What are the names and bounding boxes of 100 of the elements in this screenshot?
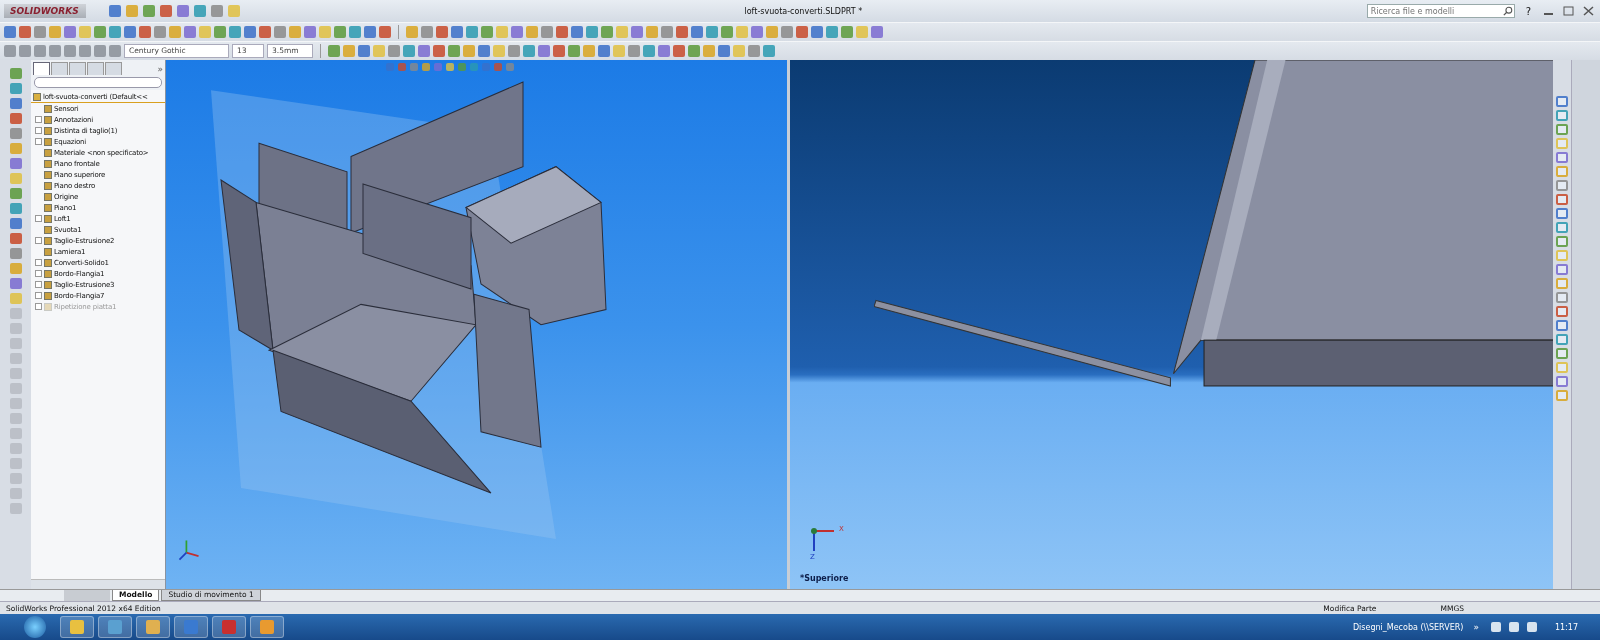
toolbar-icon[interactable] bbox=[274, 26, 286, 38]
toolbar-icon[interactable] bbox=[289, 26, 301, 38]
command-icon[interactable] bbox=[9, 158, 22, 169]
toolbar-icon[interactable] bbox=[811, 26, 823, 38]
command-icon[interactable] bbox=[1556, 376, 1568, 387]
toolbar-icon[interactable] bbox=[718, 45, 730, 57]
toolbar-icon[interactable] bbox=[871, 26, 883, 38]
toolbar-icon[interactable] bbox=[109, 26, 121, 38]
command-icon[interactable] bbox=[1556, 334, 1568, 345]
toolbar-icon[interactable] bbox=[126, 5, 138, 17]
toolbar-icon[interactable] bbox=[448, 45, 460, 57]
command-icon[interactable] bbox=[1556, 278, 1568, 289]
toolbar-icon[interactable] bbox=[601, 26, 613, 38]
toolbar-icon[interactable] bbox=[733, 45, 745, 57]
command-icon[interactable] bbox=[1556, 362, 1568, 373]
toolbar-icon[interactable] bbox=[466, 26, 478, 38]
command-icon[interactable] bbox=[9, 263, 22, 274]
toolbar-icon[interactable] bbox=[49, 45, 61, 57]
command-icon[interactable] bbox=[9, 248, 22, 259]
taskbar-button[interactable] bbox=[136, 616, 170, 638]
toolbar-icon[interactable] bbox=[184, 26, 196, 38]
toolbar-icon[interactable] bbox=[688, 45, 700, 57]
toolbar-icon[interactable] bbox=[64, 26, 76, 38]
toolbar-icon[interactable] bbox=[661, 26, 673, 38]
toolbar-icon[interactable] bbox=[364, 26, 376, 38]
toolbar-icon[interactable] bbox=[571, 26, 583, 38]
command-icon[interactable] bbox=[1556, 348, 1568, 359]
toolbar-icon[interactable] bbox=[4, 26, 16, 38]
tray-icon[interactable] bbox=[1526, 622, 1537, 632]
toolbar-icon[interactable] bbox=[496, 26, 508, 38]
toolbar-icon[interactable] bbox=[526, 26, 538, 38]
toolbar-icon[interactable] bbox=[214, 26, 226, 38]
toolbar-icon[interactable] bbox=[94, 45, 106, 57]
toolbar-icon[interactable] bbox=[493, 45, 505, 57]
toolbar-icon[interactable] bbox=[631, 26, 643, 38]
toolbar-icon[interactable] bbox=[229, 26, 241, 38]
toolbar-icon[interactable] bbox=[568, 45, 580, 57]
toolbar-icon[interactable] bbox=[628, 45, 640, 57]
toolbar-icon[interactable] bbox=[373, 45, 385, 57]
toolbar-icon[interactable] bbox=[781, 26, 793, 38]
toolbar-icon[interactable] bbox=[139, 26, 151, 38]
command-icon[interactable] bbox=[9, 203, 22, 214]
toolbar-icon[interactable] bbox=[34, 45, 46, 57]
toolbar-icon[interactable] bbox=[403, 45, 415, 57]
toolbar-icon[interactable] bbox=[334, 26, 346, 38]
toolbar-icon[interactable] bbox=[418, 45, 430, 57]
toolbar-icon[interactable] bbox=[328, 45, 340, 57]
command-icon[interactable] bbox=[1556, 264, 1568, 275]
command-icon[interactable] bbox=[1556, 208, 1568, 219]
toolbar-icon[interactable] bbox=[676, 26, 688, 38]
toolbar-icon[interactable] bbox=[616, 26, 628, 38]
toolbar-icon[interactable] bbox=[199, 26, 211, 38]
command-icon[interactable] bbox=[9, 143, 22, 154]
toolbar-icon[interactable] bbox=[421, 26, 433, 38]
taskbar-button[interactable] bbox=[98, 616, 132, 638]
expand-icon[interactable] bbox=[35, 116, 42, 123]
command-icon[interactable] bbox=[1556, 292, 1568, 303]
toolbar-icon[interactable] bbox=[124, 26, 136, 38]
toolbar-icon[interactable] bbox=[79, 45, 91, 57]
command-icon[interactable] bbox=[9, 233, 22, 244]
overflow-button[interactable]: » bbox=[1473, 622, 1479, 632]
expand-icon[interactable] bbox=[35, 138, 42, 145]
toolbar-icon[interactable] bbox=[643, 45, 655, 57]
toolbar-icon[interactable] bbox=[228, 5, 240, 17]
command-icon[interactable] bbox=[9, 128, 22, 139]
toolbar-icon[interactable] bbox=[478, 45, 490, 57]
expand-icon[interactable] bbox=[35, 215, 42, 222]
expand-icon[interactable] bbox=[35, 281, 42, 288]
toolbar-icon[interactable] bbox=[598, 45, 610, 57]
toolbar-icon[interactable] bbox=[19, 45, 31, 57]
toolbar-icon[interactable] bbox=[349, 26, 361, 38]
toolbar-icon[interactable] bbox=[436, 26, 448, 38]
command-icon[interactable] bbox=[9, 98, 22, 109]
toolbar-icon[interactable] bbox=[143, 5, 155, 17]
toolbar-icon[interactable] bbox=[748, 45, 760, 57]
expand-icon[interactable] bbox=[35, 127, 42, 134]
toolbar-icon[interactable] bbox=[451, 26, 463, 38]
expand-icon[interactable] bbox=[35, 237, 42, 244]
toolbar-icon[interactable] bbox=[343, 45, 355, 57]
command-icon[interactable] bbox=[1556, 166, 1568, 177]
toolbar-icon[interactable] bbox=[796, 26, 808, 38]
toolbar-icon[interactable] bbox=[691, 26, 703, 38]
toolbar-icon[interactable] bbox=[154, 26, 166, 38]
toolbar-icon[interactable] bbox=[841, 26, 853, 38]
toolbar-icon[interactable] bbox=[538, 45, 550, 57]
toolbar-icon[interactable] bbox=[259, 26, 271, 38]
toolbar-icon[interactable] bbox=[541, 26, 553, 38]
toolbar-icon[interactable] bbox=[613, 45, 625, 57]
toolbar-icon[interactable] bbox=[4, 45, 16, 57]
command-icon[interactable] bbox=[1556, 222, 1568, 233]
toolbar-icon[interactable] bbox=[160, 5, 172, 17]
toolbar-icon[interactable] bbox=[763, 45, 775, 57]
toolbar-icon[interactable] bbox=[511, 26, 523, 38]
expand-icon[interactable] bbox=[35, 292, 42, 299]
command-icon[interactable] bbox=[1556, 236, 1568, 247]
command-icon[interactable] bbox=[9, 68, 22, 79]
help-button[interactable]: ? bbox=[1525, 5, 1531, 17]
command-icon[interactable] bbox=[9, 278, 22, 289]
toolbar-icon[interactable] bbox=[826, 26, 838, 38]
toolbar-icon[interactable] bbox=[194, 5, 206, 17]
